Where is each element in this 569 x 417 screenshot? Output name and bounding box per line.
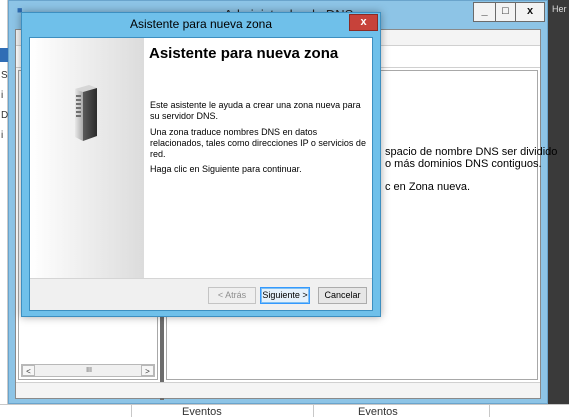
maximize-button[interactable]: □ [495,2,516,22]
background-left-text: i [1,90,4,101]
events-bar: Eventos Eventos [0,404,569,417]
back-button[interactable]: < Atrás [208,287,256,304]
background-left-text: i [1,130,4,141]
events-label-left[interactable]: Eventos [182,406,222,417]
events-divider [131,405,132,417]
next-button[interactable]: Siguiente > [260,287,310,304]
scroll-left-arrow[interactable]: < [22,365,35,376]
wizard-close-button[interactable]: x [349,14,378,31]
background-left-text: S [1,70,8,81]
scroll-right-arrow[interactable]: > [141,365,154,376]
details-text-line: spacio de nombre DNS ser dividido [385,146,558,158]
wizard-heading: Asistente para nueva zona [149,45,339,62]
wizard-button-bar: < Atrás Siguiente > Cancelar [30,278,372,310]
cancel-button[interactable]: Cancelar [318,287,367,304]
wizard-content: Asistente para nueva zona Este asistente… [144,38,372,278]
minimize-button[interactable]: _ [473,2,496,22]
background-left-strip [0,0,8,417]
wizard-title: Asistente para nueva zona [129,17,273,31]
wizard-body: Asistente para nueva zona Este asistente… [29,37,373,311]
events-divider [313,405,314,417]
details-text-line: c en Zona nueva. [385,181,471,193]
wizard-banner [30,38,144,278]
background-right-panel [548,0,569,404]
background-left-text: D [1,110,8,121]
background-left-tab [0,48,8,62]
wizard-titlebar[interactable]: Asistente para nueva zona x [22,13,380,35]
events-divider [489,405,490,417]
background-right-text: Her [552,4,567,14]
wizard-paragraph-intro: Este asistente le ayuda a crear una zona… [150,100,361,121]
tree-horizontal-scrollbar[interactable]: < III > [21,364,155,377]
wizard-paragraph-zone: Una zona traduce nombres DNS en datos re… [150,127,366,159]
server-icon [75,85,97,141]
events-label-right[interactable]: Eventos [358,406,398,417]
details-text-line: o más dominios DNS contiguos. [385,158,542,170]
close-button[interactable]: x [515,2,545,22]
new-zone-wizard-dialog: Asistente para nueva zona x Asistente pa… [21,12,381,317]
scroll-thumb[interactable]: III [70,365,108,376]
wizard-paragraph-continue: Haga clic en Siguiente para continuar. [150,164,302,174]
dns-statusbar [16,382,540,398]
